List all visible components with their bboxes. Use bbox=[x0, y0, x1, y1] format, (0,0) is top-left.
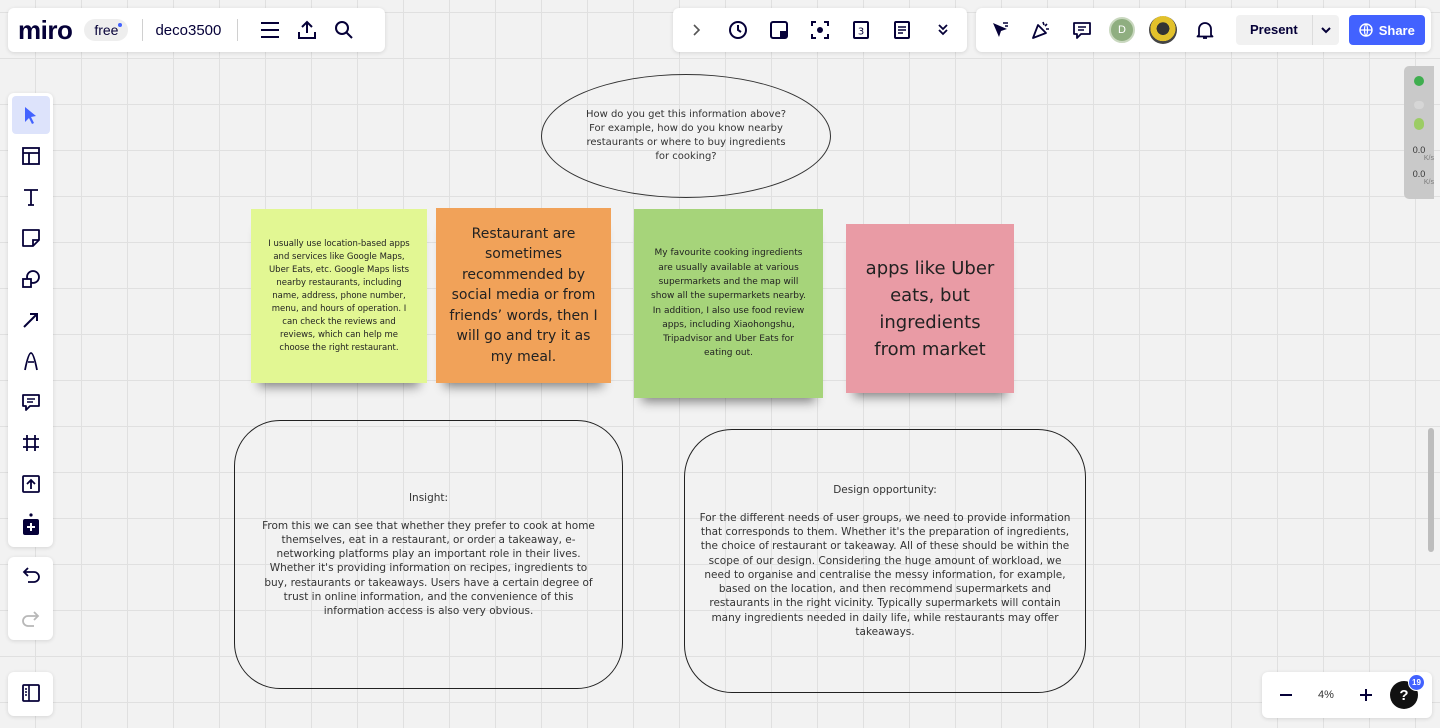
notification-badge: 19 bbox=[1408, 674, 1425, 691]
status-dot bbox=[1414, 101, 1424, 109]
divider bbox=[237, 19, 239, 41]
sticky-note[interactable]: I usually use location-based apps and se… bbox=[251, 209, 427, 383]
minus-icon bbox=[1280, 694, 1292, 696]
divider bbox=[142, 19, 144, 41]
zoom-out-button[interactable] bbox=[1270, 679, 1302, 711]
status-dot bbox=[1414, 118, 1424, 130]
templates-icon[interactable] bbox=[12, 137, 50, 175]
plan-badge[interactable]: free bbox=[84, 19, 129, 41]
board-panel-toggle[interactable] bbox=[8, 672, 53, 716]
globe-icon bbox=[1359, 23, 1373, 37]
creation-toolbar bbox=[8, 93, 53, 547]
sticky-note-text: I usually use location-based apps and se… bbox=[268, 238, 410, 353]
help-button[interactable]: ? 19 bbox=[1390, 674, 1425, 709]
upload-icon[interactable] bbox=[290, 13, 324, 47]
collaboration-toolbar: 3 bbox=[673, 8, 967, 52]
notes-icon[interactable] bbox=[884, 12, 920, 48]
board-name[interactable]: deco3500 bbox=[155, 22, 221, 39]
svg-text:3: 3 bbox=[858, 27, 864, 38]
share-button[interactable]: Share bbox=[1348, 15, 1425, 45]
sticky-note[interactable]: Restaurant are sometimes recommended by … bbox=[436, 208, 611, 383]
sticky-note[interactable]: apps like Uber eats, but ingredients fro… bbox=[846, 224, 1014, 393]
text-icon[interactable] bbox=[12, 178, 50, 216]
chevron-right-icon[interactable] bbox=[679, 12, 715, 48]
count-icon[interactable]: 3 bbox=[843, 12, 879, 48]
upload-icon[interactable] bbox=[12, 465, 50, 503]
share-label: Share bbox=[1378, 22, 1415, 38]
insight-title: Insight: bbox=[408, 491, 449, 504]
status-dot bbox=[1414, 76, 1424, 86]
sidebar-icon[interactable] bbox=[12, 674, 50, 712]
redo-icon[interactable] bbox=[12, 601, 50, 638]
menu-icon[interactable] bbox=[253, 13, 287, 47]
download-speed: 0.0 bbox=[1412, 145, 1426, 155]
user-avatar[interactable]: D bbox=[1109, 17, 1135, 43]
design-opportunity-shape[interactable]: Design opportunity: For the different ne… bbox=[684, 429, 1086, 693]
timer-icon[interactable] bbox=[720, 12, 756, 48]
upload-speed: 0.0 bbox=[1412, 169, 1426, 179]
design-opportunity-body: For the different needs of user groups, … bbox=[699, 512, 1071, 638]
chevron-down-icon[interactable] bbox=[1313, 15, 1339, 45]
present-group: Present bbox=[1236, 15, 1339, 45]
insight-body: From this we can see that whether they p… bbox=[262, 519, 595, 617]
comment-icon[interactable] bbox=[12, 383, 50, 421]
plan-dot bbox=[118, 23, 123, 27]
vertical-scrollbar[interactable] bbox=[1428, 428, 1434, 552]
present-button[interactable]: Present bbox=[1236, 15, 1313, 45]
sticky-note-text: My favourite cooking ingredients are usu… bbox=[651, 248, 806, 359]
question-text: How do you get this information above? F… bbox=[585, 109, 787, 162]
undo-icon[interactable] bbox=[12, 557, 50, 594]
plan-label: free bbox=[94, 22, 119, 38]
zoom-controls: 4% ? 19 bbox=[1262, 672, 1432, 718]
network-monitor: 0.0 K/s 0.0 K/s bbox=[1404, 66, 1434, 199]
zoom-level[interactable]: 4% bbox=[1306, 689, 1346, 701]
help-icon: ? bbox=[1399, 686, 1409, 704]
plus-icon bbox=[1360, 689, 1372, 701]
bell-icon[interactable] bbox=[1187, 12, 1223, 48]
zoom-in-button[interactable] bbox=[1350, 679, 1382, 711]
design-opportunity-title: Design opportunity: bbox=[833, 484, 937, 497]
user-avatar-image[interactable] bbox=[1149, 16, 1177, 44]
sticky-note-icon[interactable] bbox=[12, 219, 50, 257]
pen-icon[interactable] bbox=[12, 342, 50, 380]
shapes-icon[interactable] bbox=[12, 260, 50, 298]
upload-unit: K/s bbox=[1423, 179, 1434, 186]
question-ellipse[interactable]: How do you get this information above? F… bbox=[541, 74, 831, 198]
sticky-note[interactable]: My favourite cooking ingredients are usu… bbox=[634, 209, 823, 398]
note-add-icon[interactable] bbox=[761, 12, 797, 48]
search-icon[interactable] bbox=[327, 13, 361, 47]
download-unit: K/s bbox=[1423, 155, 1434, 162]
focus-icon[interactable] bbox=[802, 12, 838, 48]
sticky-note-text: Restaurant are sometimes recommended by … bbox=[449, 225, 598, 365]
frame-icon[interactable] bbox=[12, 424, 50, 462]
miro-logo[interactable]: miro bbox=[18, 15, 73, 46]
arrow-icon[interactable] bbox=[12, 301, 50, 339]
more-apps-icon[interactable] bbox=[12, 506, 50, 544]
collaboration-panel: D Present Share bbox=[976, 8, 1431, 52]
comment-icon[interactable] bbox=[1064, 12, 1100, 48]
insight-shape[interactable]: Insight: From this we can see that wheth… bbox=[234, 420, 623, 689]
select-icon[interactable] bbox=[11, 96, 50, 134]
chevrons-down-icon[interactable] bbox=[925, 12, 961, 48]
history-toolbar bbox=[8, 557, 53, 640]
celebrate-icon[interactable] bbox=[1023, 12, 1059, 48]
board-header: miro free deco3500 bbox=[8, 8, 385, 52]
cursor-reaction-icon[interactable] bbox=[982, 12, 1018, 48]
sticky-note-text: apps like Uber eats, but ingredients fro… bbox=[865, 257, 995, 360]
